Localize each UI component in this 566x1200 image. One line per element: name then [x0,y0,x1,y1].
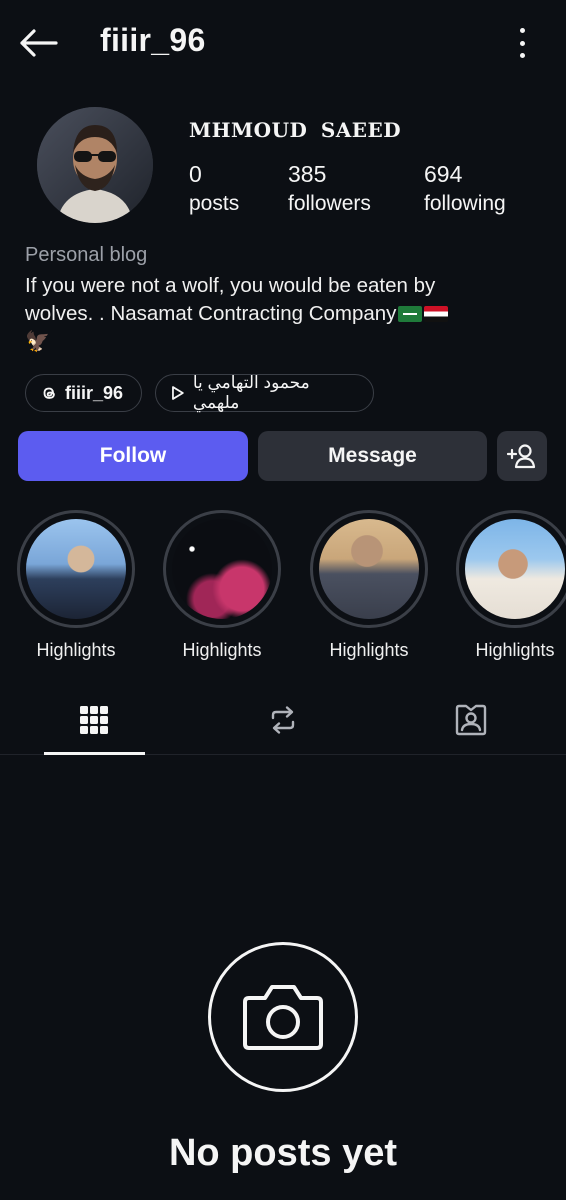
following-stat[interactable]: 694 following [424,160,506,218]
posts-stat[interactable]: 0 posts [189,160,239,218]
back-button[interactable] [18,26,58,60]
highlight-cover [172,519,272,619]
highlight-label: Highlights [36,640,116,660]
threads-link-chip[interactable]: fiiir_96 [25,374,142,412]
following-label: following [424,192,506,215]
posts-count: 0 [189,161,202,187]
highlight-item[interactable]: Highlights [456,510,566,661]
highlight-item[interactable]: Highlights [310,510,428,661]
music-chip[interactable]: محمود التهامي يا ملهمي [155,373,374,412]
more-vertical-icon [519,28,525,33]
highlight-cover [319,519,419,619]
message-button[interactable]: Message [258,431,487,481]
bio-line-1: If you were not a wolf, you would be eat… [25,274,436,297]
followers-stat[interactable]: 385 followers [288,160,371,218]
avatar-image [37,107,153,223]
highlight-item[interactable]: Highlights [17,510,135,661]
highlight-cover [26,519,126,619]
threads-username: fiiir_96 [65,382,124,403]
highlight-item[interactable]: Highlights [163,510,281,661]
egypt-flag-icon [424,306,449,322]
grid-icon [80,706,108,734]
bio-line-2: wolves. . Nasamat Contracting Company [25,300,555,328]
follow-button[interactable]: Follow [18,431,248,481]
threads-icon [43,387,55,399]
bio: If you were not a wolf, you would be eat… [25,272,555,356]
saudi-flag-icon [398,306,423,322]
more-options-button[interactable] [516,28,528,58]
profile-tabs [0,685,566,755]
tab-tagged[interactable] [421,685,521,755]
page-title: fiiir_96 [100,22,206,58]
followers-label: followers [288,192,371,215]
profile-category: Personal blog [25,244,148,266]
suggested-users-button[interactable] [497,431,547,481]
display-name: MHMOUD SAEED [189,118,402,142]
followers-count: 385 [288,161,327,187]
play-icon [172,386,184,400]
empty-state-text: No posts yet [168,1132,398,1174]
music-title: محمود التهامي يا ملهمي [192,373,310,412]
highlight-label: Highlights [475,640,555,660]
reposts-icon [271,706,295,734]
add-user-icon [507,444,536,469]
tagged-icon [455,704,487,736]
following-count: 694 [424,161,463,187]
eagle-emoji: 🦅 [25,331,50,353]
top-bar: fiiir_96 [0,0,566,88]
bio-line-2-text: wolves. . Nasamat Contracting Company [25,302,397,325]
active-tab-indicator [44,752,145,755]
avatar[interactable] [37,107,153,223]
highlight-label: Highlights [329,640,409,660]
tab-posts-grid[interactable] [44,685,144,755]
posts-label: posts [189,192,240,215]
empty-state-icon [208,942,358,1092]
camera-icon [243,985,323,1050]
highlight-label: Highlights [182,640,262,660]
tab-reposts[interactable] [233,685,333,755]
highlight-cover [465,519,565,619]
arrow-left-icon [20,29,58,57]
